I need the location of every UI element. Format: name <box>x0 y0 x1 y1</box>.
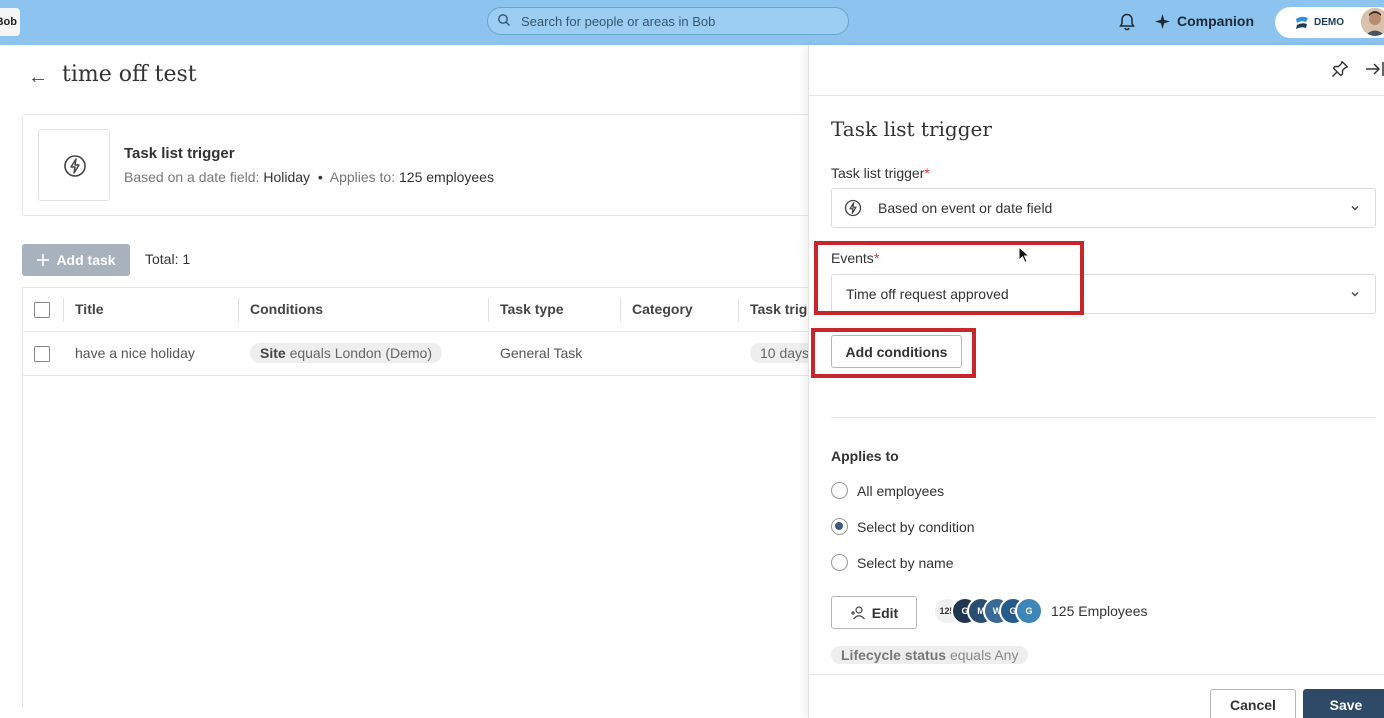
column-header-title[interactable]: Title <box>75 288 104 331</box>
condition-chip: Site equals London (Demo) <box>250 343 442 363</box>
radio-button[interactable] <box>831 554 848 571</box>
condition-rest: equals London (Demo) <box>289 345 432 361</box>
panel-title: Task list trigger <box>831 117 992 141</box>
column-header-category[interactable]: Category <box>632 288 693 331</box>
lifecycle-field: Lifecycle status <box>841 647 947 663</box>
based-on-label: Based on a date field: <box>124 169 260 185</box>
global-search-input[interactable]: Search for people or areas in Bob <box>487 7 849 35</box>
radio-button-selected[interactable] <box>831 518 848 535</box>
panel-header <box>809 45 1384 96</box>
trigger-card-title: Task list trigger <box>124 145 235 162</box>
add-task-label: Add task <box>56 252 116 268</box>
pin-icon[interactable] <box>1331 60 1349 78</box>
lightning-bolt-icon <box>64 155 86 177</box>
row-conditions: Site equals London (Demo) <box>250 332 442 375</box>
sparkle-icon <box>1155 13 1170 29</box>
chevron-down-icon <box>1351 206 1359 211</box>
company-label: DEMO <box>1314 17 1344 28</box>
row-task-type: General Task <box>500 345 583 361</box>
top-bar: Bob Search for people or areas in Bob Co… <box>0 0 1384 45</box>
lifecycle-rest: equals Any <box>949 647 1019 663</box>
radio-label: Select by name <box>857 554 954 571</box>
employee-avatar: G <box>1015 597 1043 625</box>
trigger-summary-card: Task list trigger Based on a date field:… <box>22 114 822 216</box>
applies-value: 125 employees <box>399 169 494 185</box>
employees-count: 125 Employees <box>1051 603 1148 619</box>
chevron-down-icon <box>1351 292 1359 297</box>
column-separator <box>620 298 621 322</box>
collapse-panel-icon[interactable] <box>1365 60 1384 78</box>
trigger-icon-box <box>38 129 110 201</box>
select-all-checkbox[interactable] <box>34 302 50 318</box>
user-avatar[interactable] <box>1361 8 1384 36</box>
mouse-cursor-icon <box>1018 246 1030 264</box>
back-arrow-icon[interactable]: ← <box>28 66 48 89</box>
trigger-select[interactable]: Based on event or date field <box>831 188 1376 228</box>
table-row[interactable]: have a nice holiday Site equals London (… <box>23 332 823 376</box>
plus-icon <box>37 254 50 266</box>
total-count: Total: 1 <box>145 251 191 267</box>
trigger-field-label: Task list trigger* <box>831 165 930 181</box>
radio-select-by-condition[interactable]: Select by condition <box>831 518 975 535</box>
search-placeholder: Search for people or areas in Bob <box>521 14 716 29</box>
radio-button[interactable] <box>831 482 848 499</box>
required-asterisk: * <box>924 165 930 181</box>
companion-button[interactable]: Companion <box>1155 13 1254 29</box>
trigger-card-subtitle: Based on a date field: Holiday • Applies… <box>124 169 494 185</box>
bob-logo[interactable]: Bob <box>0 8 20 36</box>
page-title: time off test <box>62 62 197 87</box>
events-highlight-box <box>814 241 1084 315</box>
edit-label: Edit <box>871 604 899 621</box>
add-conditions-highlight-box <box>811 328 976 378</box>
table-header: Title Conditions Task type Category Task… <box>23 288 823 332</box>
task-table: Title Conditions Task type Category Task… <box>22 287 823 707</box>
column-separator <box>238 298 239 322</box>
trigger-select-value: Based on event or date field <box>878 200 1053 216</box>
row-title: have a nice holiday <box>75 345 195 361</box>
panel-footer <box>809 674 1384 718</box>
section-divider <box>831 417 1376 418</box>
column-header-task-type[interactable]: Task type <box>500 288 564 331</box>
cancel-button[interactable]: Cancel <box>1210 689 1296 718</box>
based-on-value: Holiday <box>263 169 311 185</box>
radio-label: All employees <box>857 482 945 499</box>
radio-select-by-name[interactable]: Select by name <box>831 554 954 571</box>
radio-all-employees[interactable]: All employees <box>831 482 944 499</box>
save-button[interactable]: Save <box>1303 689 1384 718</box>
radio-label: Select by condition <box>857 518 975 535</box>
condition-field: Site <box>260 345 286 361</box>
edit-employees-button[interactable]: Edit <box>831 596 917 629</box>
add-task-button[interactable]: Add task <box>22 244 130 276</box>
user-photo-icon <box>1361 8 1384 36</box>
applies-label: Applies to: <box>329 169 396 185</box>
column-separator <box>63 298 64 322</box>
bullet-separator: • <box>317 169 323 185</box>
applies-to-heading: Applies to <box>831 448 899 464</box>
company-logo-icon <box>1296 16 1308 29</box>
column-separator <box>488 298 489 322</box>
notifications-bell-icon[interactable] <box>1117 12 1137 32</box>
column-header-conditions[interactable]: Conditions <box>250 288 323 331</box>
person-add-icon <box>850 605 865 619</box>
task-list-trigger-panel: Task list trigger Task list trigger* Bas… <box>808 45 1384 718</box>
column-separator <box>738 298 739 322</box>
companion-label: Companion <box>1177 13 1254 29</box>
row-checkbox[interactable] <box>34 346 50 362</box>
column-header-task-trigger[interactable]: Task trig <box>750 288 807 331</box>
lightning-bolt-icon <box>844 199 862 217</box>
search-icon <box>498 14 510 26</box>
trigger-label-text: Task list trigger <box>831 165 925 181</box>
lifecycle-condition-chip: Lifecycle status equals Any <box>831 646 1029 664</box>
